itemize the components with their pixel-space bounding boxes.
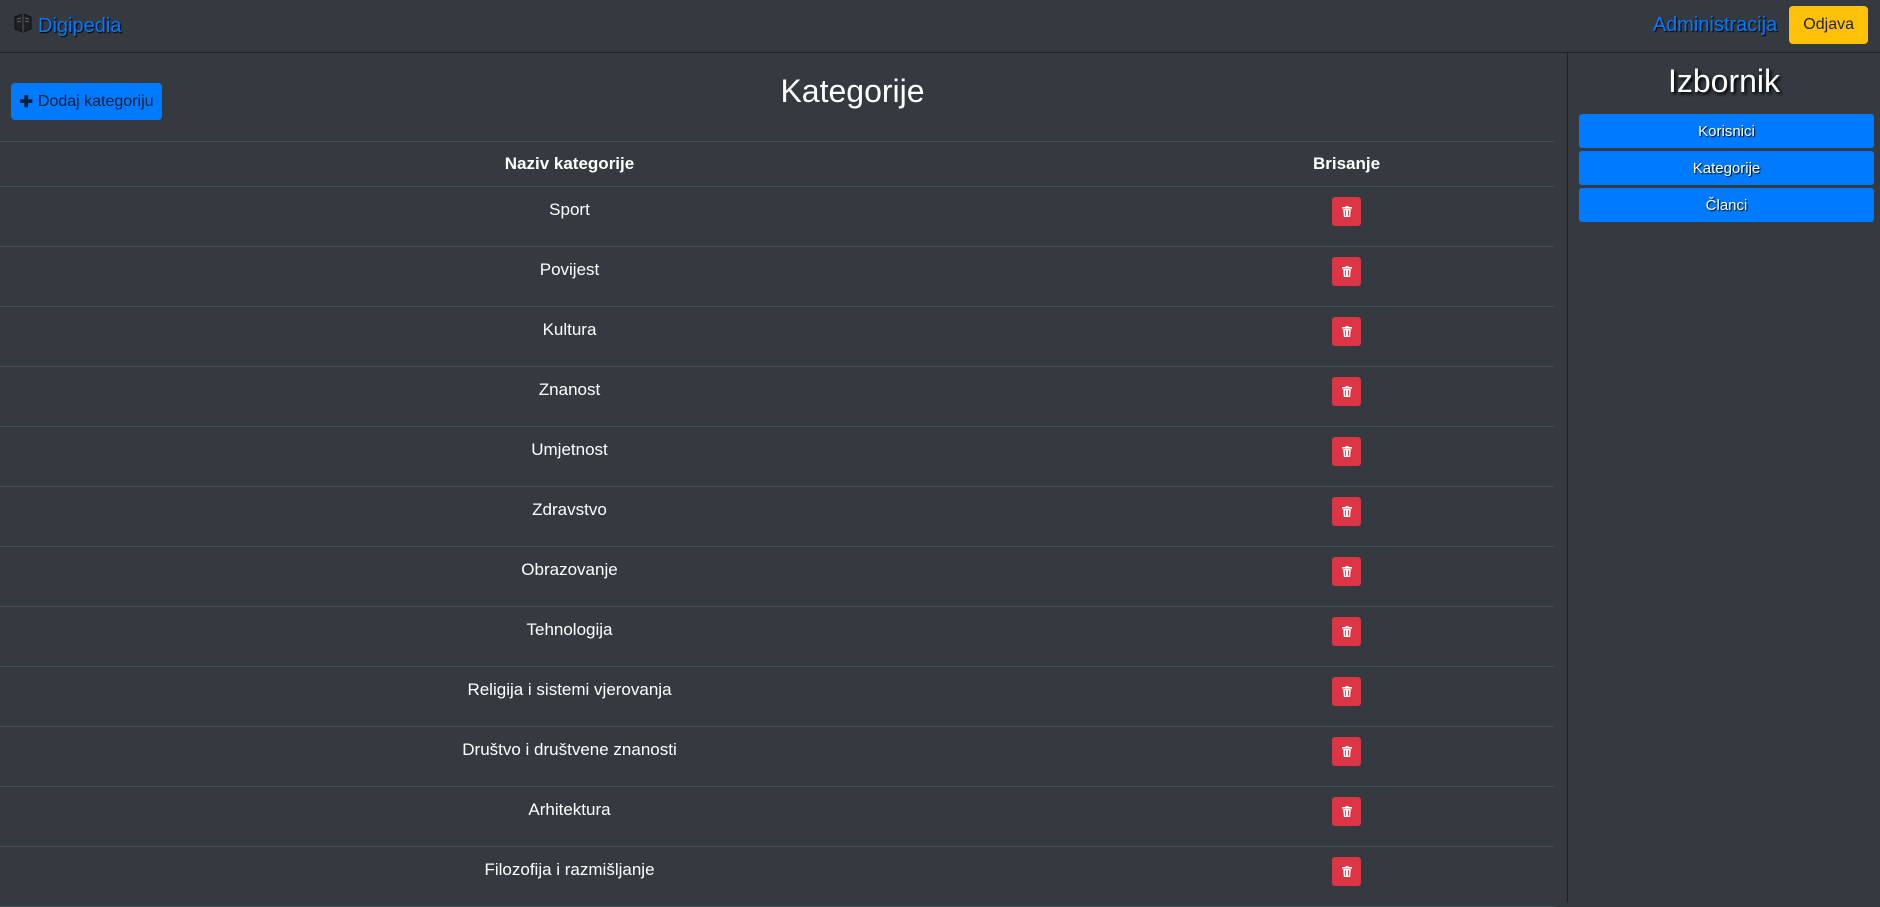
category-name: Kultura bbox=[0, 306, 1139, 367]
category-name: Znanost bbox=[0, 366, 1139, 427]
delete-category-button[interactable] bbox=[1332, 737, 1361, 766]
delete-cell bbox=[1139, 366, 1554, 427]
category-name: Obrazovanje bbox=[0, 546, 1139, 607]
category-name: Tehnologija bbox=[0, 606, 1139, 667]
brand-link[interactable]: Digipedia bbox=[12, 13, 121, 39]
category-name: Sport bbox=[0, 186, 1139, 247]
sidebar-item-clanci[interactable]: Članci bbox=[1579, 188, 1874, 222]
delete-category-button[interactable] bbox=[1332, 317, 1361, 346]
navbar: Digipedia Administracija Odjava bbox=[0, 0, 1880, 53]
delete-cell bbox=[1139, 786, 1554, 847]
table-row: Filozofija i razmišljanje bbox=[0, 846, 1554, 907]
trash-icon bbox=[1341, 446, 1352, 457]
delete-category-button[interactable] bbox=[1332, 857, 1361, 886]
table-body: Sport Povijest Kultura Znanost Umjetnost Zdra… bbox=[0, 186, 1554, 907]
trash-icon bbox=[1341, 326, 1352, 337]
trash-icon bbox=[1341, 626, 1352, 637]
delete-cell bbox=[1139, 426, 1554, 487]
delete-category-button[interactable] bbox=[1332, 497, 1361, 526]
trash-icon bbox=[1341, 746, 1352, 757]
table-row: Tehnologija bbox=[0, 606, 1554, 667]
column-header-name: Naziv kategorije bbox=[0, 141, 1139, 187]
table-row: Sport bbox=[0, 186, 1554, 247]
trash-icon bbox=[1341, 206, 1352, 217]
delete-cell bbox=[1139, 546, 1554, 607]
delete-category-button[interactable] bbox=[1332, 437, 1361, 466]
trash-icon bbox=[1341, 806, 1352, 817]
table-row: Arhitektura bbox=[0, 786, 1554, 847]
category-name: Arhitektura bbox=[0, 786, 1139, 847]
sidebar-item-kategorije[interactable]: Kategorije bbox=[1579, 151, 1874, 185]
sidebar-title: Izbornik bbox=[1667, 63, 1781, 99]
admin-link[interactable]: Administracija bbox=[1653, 14, 1777, 37]
trash-icon bbox=[1341, 566, 1352, 577]
table-row: Povijest bbox=[0, 246, 1554, 307]
delete-cell bbox=[1139, 606, 1554, 667]
category-name: Umjetnost bbox=[0, 426, 1139, 487]
category-name: Društvo i društvene znanosti bbox=[0, 726, 1139, 787]
category-name: Filozofija i razmišljanje bbox=[0, 846, 1139, 907]
trash-icon bbox=[1341, 866, 1352, 877]
delete-category-button[interactable] bbox=[1332, 677, 1361, 706]
table-row: Obrazovanje bbox=[0, 546, 1554, 607]
delete-category-button[interactable] bbox=[1332, 797, 1361, 826]
delete-cell bbox=[1139, 186, 1554, 247]
category-name: Zdravstvo bbox=[0, 486, 1139, 547]
nav-right: Administracija Odjava bbox=[1653, 6, 1868, 44]
categories-table: Naziv kategorije Brisanje Sport Povijest K… bbox=[0, 141, 1554, 907]
category-name: Povijest bbox=[0, 246, 1139, 307]
delete-category-button[interactable] bbox=[1332, 257, 1361, 286]
delete-cell bbox=[1139, 666, 1554, 727]
sidebar-menu: Korisnici Kategorije Članci bbox=[1568, 114, 1880, 222]
delete-cell bbox=[1139, 486, 1554, 547]
sidebar: Izbornik Korisnici Kategorije Članci bbox=[1567, 53, 1880, 902]
trash-icon bbox=[1341, 266, 1352, 277]
delete-category-button[interactable] bbox=[1332, 617, 1361, 646]
column-header-delete: Brisanje bbox=[1139, 141, 1554, 187]
table-row: Kultura bbox=[0, 306, 1554, 367]
delete-category-button[interactable] bbox=[1332, 377, 1361, 406]
category-name: Religija i sistemi vjerovanja bbox=[0, 666, 1139, 727]
table-row: Društvo i društvene znanosti bbox=[0, 726, 1554, 787]
main-content: ✚ Dodaj kategoriju Kategorije Naziv kate… bbox=[0, 53, 1567, 907]
table-row: Umjetnost bbox=[0, 426, 1554, 487]
table-row: Znanost bbox=[0, 366, 1554, 427]
trash-icon bbox=[1341, 686, 1352, 697]
brand-name: Digipedia bbox=[38, 14, 122, 37]
table-header-row: Naziv kategorije Brisanje bbox=[0, 141, 1554, 187]
book-icon bbox=[12, 12, 34, 40]
delete-category-button[interactable] bbox=[1332, 197, 1361, 226]
page-title: Kategorije bbox=[780, 73, 925, 109]
trash-icon bbox=[1341, 506, 1352, 517]
delete-category-button[interactable] bbox=[1332, 557, 1361, 586]
table-row: Zdravstvo bbox=[0, 486, 1554, 547]
sidebar-item-korisnici[interactable]: Korisnici bbox=[1579, 114, 1874, 148]
table-row: Religija i sistemi vjerovanja bbox=[0, 666, 1554, 727]
delete-cell bbox=[1139, 246, 1554, 307]
delete-cell bbox=[1139, 726, 1554, 787]
trash-icon bbox=[1341, 386, 1352, 397]
delete-cell bbox=[1139, 846, 1554, 907]
delete-cell bbox=[1139, 306, 1554, 367]
logout-button[interactable]: Odjava bbox=[1789, 6, 1868, 44]
